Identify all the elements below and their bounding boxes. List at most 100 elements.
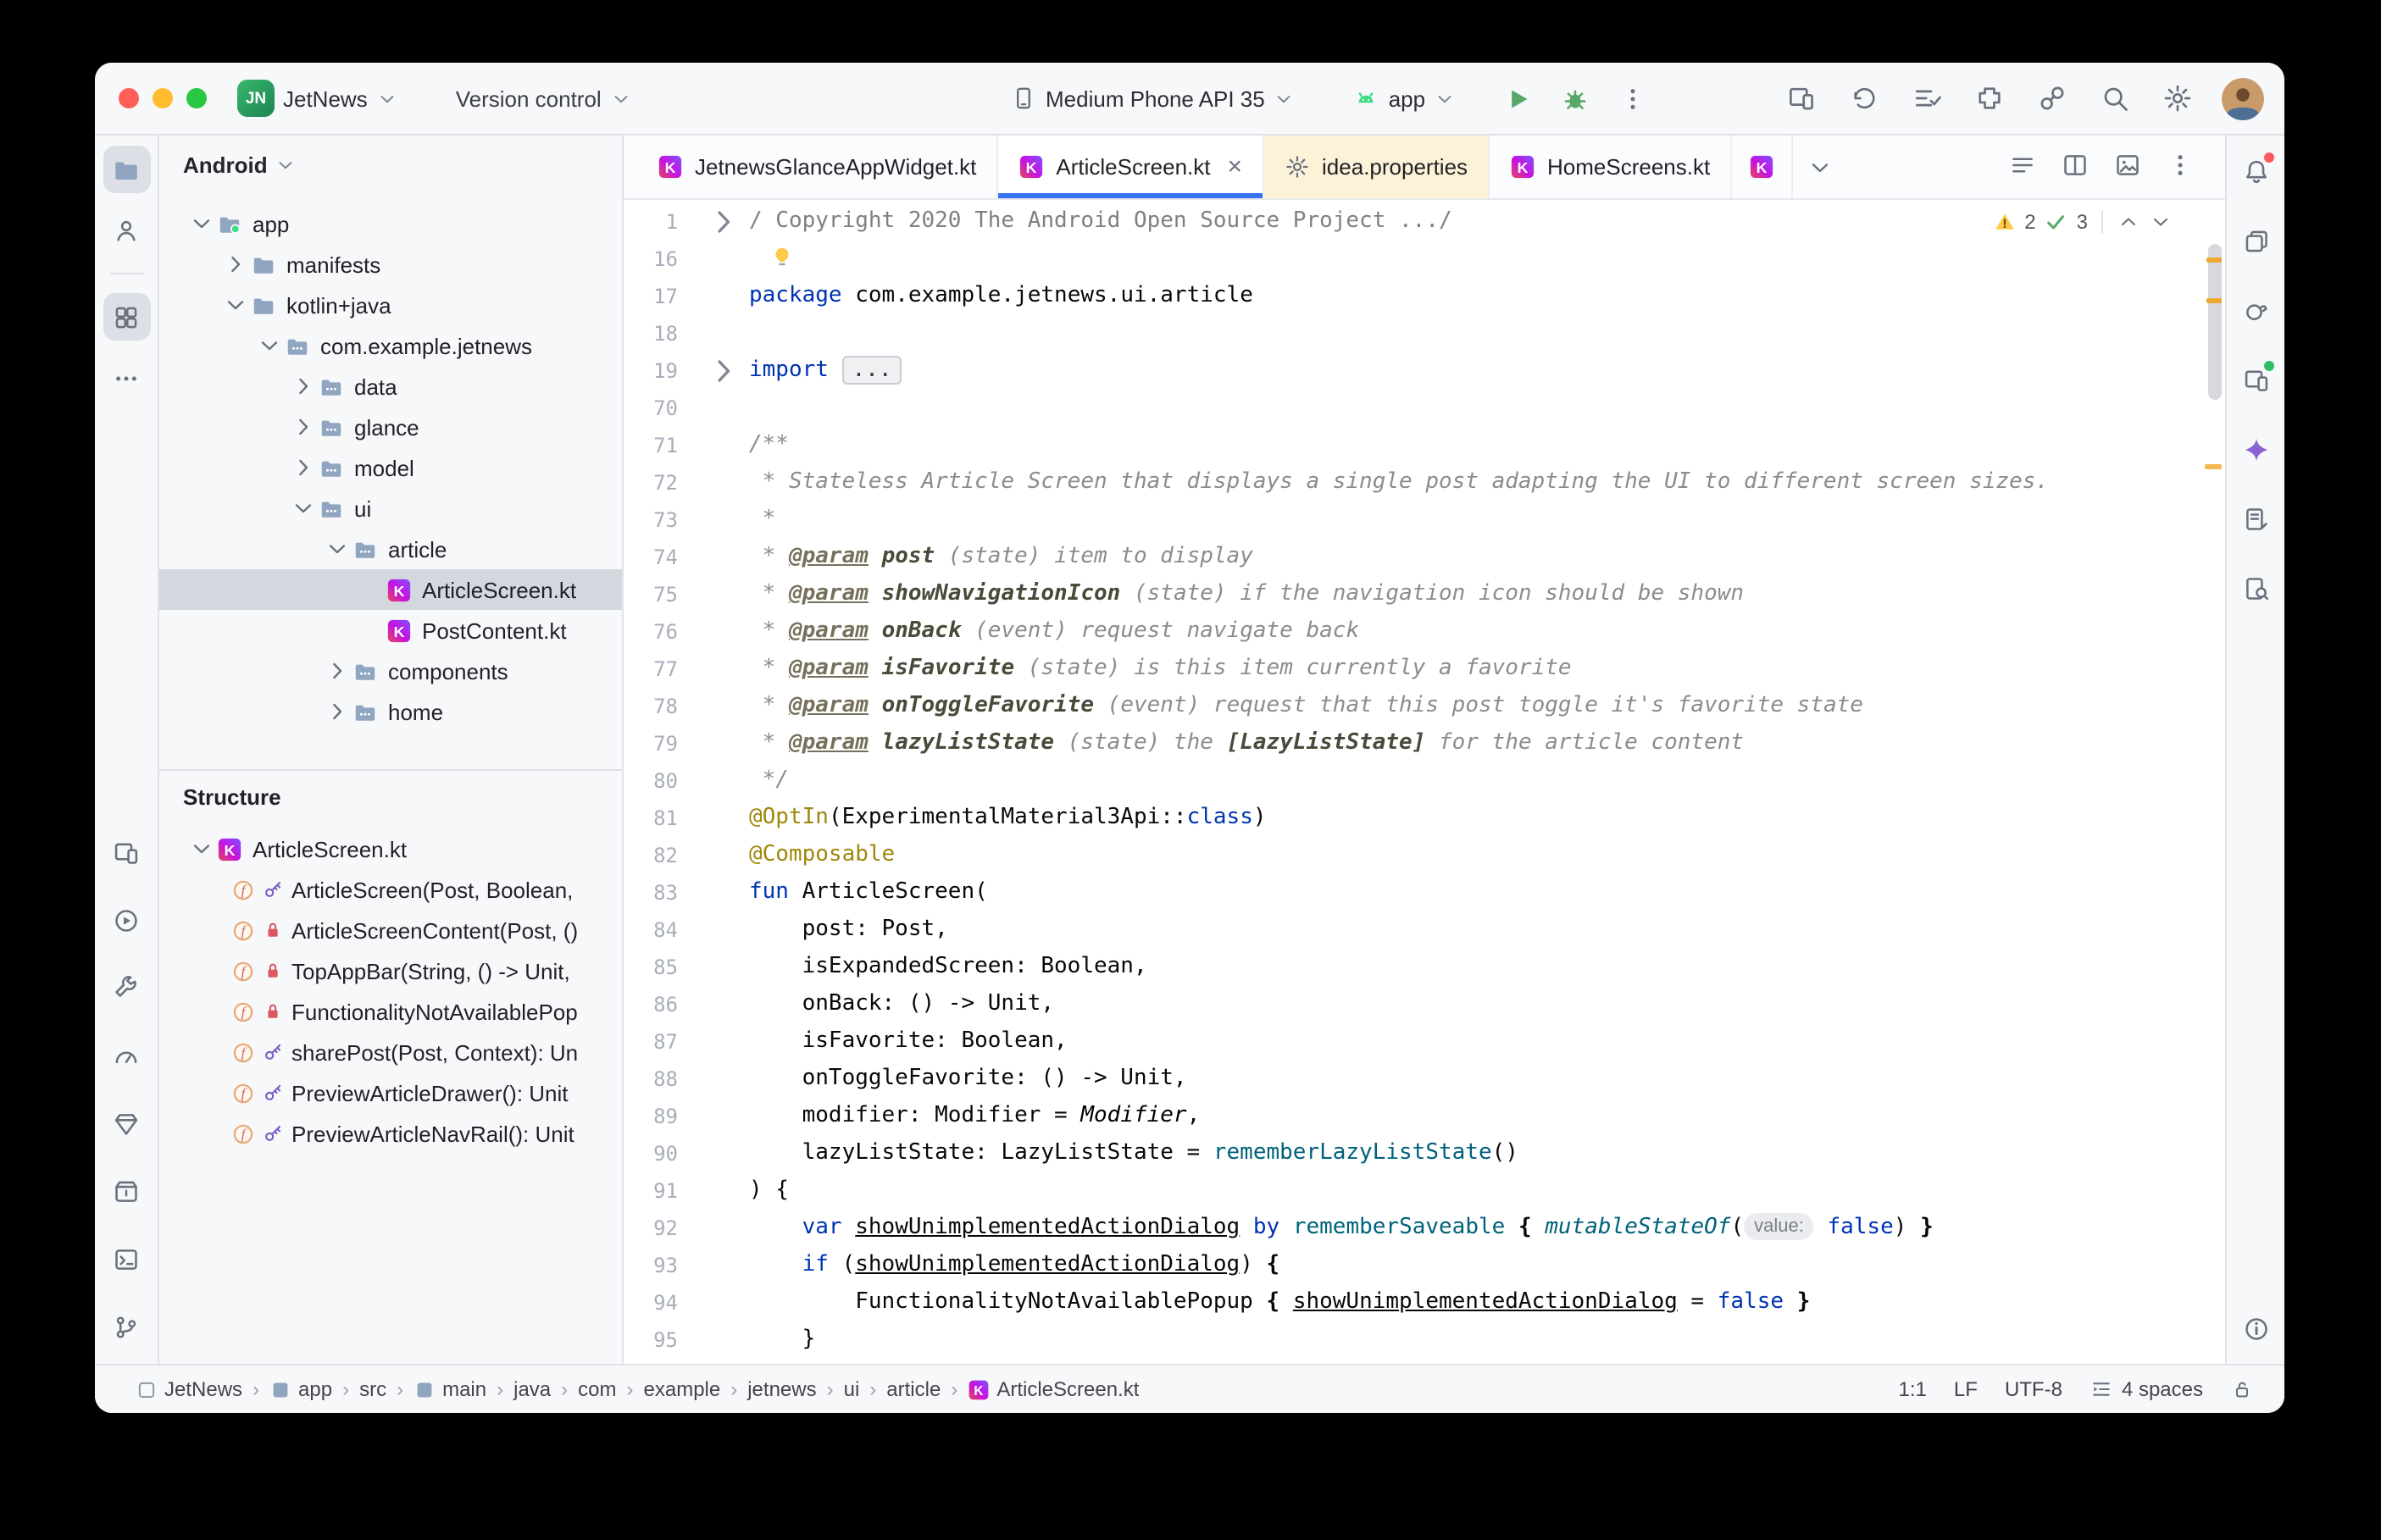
line-number[interactable]: 83 (624, 874, 698, 911)
line-number[interactable]: 78 (624, 688, 698, 725)
line-number[interactable]: 81 (624, 800, 698, 837)
line-number[interactable]: 77 (624, 651, 698, 688)
encoding-widget[interactable]: UTF-8 (2005, 1377, 2062, 1401)
next-problem-button[interactable] (2149, 210, 2173, 234)
chevron-right-icon[interactable] (322, 698, 352, 725)
chevron-right-icon[interactable] (322, 657, 352, 684)
tab-idea-properties[interactable]: idea.properties (1264, 136, 1490, 198)
structure-root-articlescreen-kt[interactable]: KArticleScreen.kt (159, 828, 622, 869)
more-tool-windows-button[interactable] (103, 354, 150, 402)
line-number[interactable]: 92 (624, 1210, 698, 1247)
structure-item-topappbar-string-unit[interactable]: fTopAppBar(String, () -> Unit, (159, 950, 622, 991)
intention-bulb-icon[interactable] (769, 244, 795, 269)
line-number[interactable]: 91 (624, 1172, 698, 1210)
tree-item-app[interactable]: app (159, 203, 622, 244)
line-number[interactable]: 82 (624, 837, 698, 874)
breadcrumb-com[interactable]: com (578, 1377, 616, 1401)
emulator-button[interactable] (2234, 357, 2278, 402)
chevron-down-icon[interactable] (288, 495, 319, 522)
project-menu[interactable]: JN JetNews (237, 80, 398, 117)
structure-view-button[interactable] (103, 293, 150, 341)
breadcrumb-ui[interactable]: ui (844, 1377, 860, 1401)
plugins-button[interactable] (1971, 80, 2008, 117)
terminal-button[interactable] (103, 1235, 150, 1282)
line-number[interactable]: 79 (624, 725, 698, 762)
chevron-right-icon[interactable] (288, 454, 319, 481)
problems-help-button[interactable] (2234, 1306, 2278, 1350)
breadcrumb-java[interactable]: java (513, 1377, 551, 1401)
vcs-menu[interactable]: Version control (456, 86, 632, 111)
build-view-button[interactable] (103, 964, 150, 1011)
notifications-button[interactable] (2234, 149, 2278, 193)
breadcrumb-jetnews[interactable]: JetNews (136, 1377, 242, 1401)
running-devices-button[interactable] (103, 828, 150, 876)
line-number[interactable]: 88 (624, 1061, 698, 1098)
line-number[interactable]: 95 (624, 1321, 698, 1359)
hidden-tabs-button[interactable] (1793, 136, 1847, 198)
code-with-me-button[interactable] (2034, 80, 2071, 117)
screenshot-tab-button[interactable] (2113, 150, 2142, 184)
line-number[interactable]: 70 (624, 390, 698, 427)
device-manager-button[interactable] (2234, 219, 2278, 263)
line-number[interactable]: 73 (624, 501, 698, 539)
chevron-right-icon[interactable] (288, 413, 319, 440)
line-number[interactable]: 71 (624, 427, 698, 464)
tab-homescreens-kt[interactable]: KHomeScreens.kt (1490, 136, 1732, 198)
structure-item-articlescreencontent-post[interactable]: fArticleScreenContent(Post, () (159, 910, 622, 950)
code-editor[interactable]: 1/ Copyright 2020 The Android Open Sourc… (624, 200, 2225, 1364)
breadcrumb-main[interactable]: main (413, 1377, 486, 1401)
line-number[interactable]: 85 (624, 949, 698, 986)
project-view-button[interactable] (103, 146, 150, 193)
breadcrumb-jetnews[interactable]: jetnews (747, 1377, 816, 1401)
app-quality-insights-button[interactable] (103, 1100, 150, 1147)
device-selector[interactable]: Medium Phone API 35 (1010, 85, 1296, 112)
device-mirroring-button[interactable] (1783, 80, 1820, 117)
tree-item-kotlin-java[interactable]: kotlin+java (159, 285, 622, 325)
editor-list-button[interactable] (2008, 150, 2037, 184)
line-number[interactable]: 72 (624, 464, 698, 501)
editor-options-button[interactable] (2166, 150, 2195, 184)
minimize-window-button[interactable] (153, 88, 173, 108)
lock-open-icon[interactable] (2230, 1377, 2254, 1401)
debug-button[interactable] (1561, 84, 1590, 113)
indent-widget[interactable]: 4 spaces (2090, 1377, 2203, 1401)
chevron-down-icon[interactable] (186, 835, 217, 862)
tree-item-article[interactable]: article (159, 529, 622, 569)
line-number[interactable]: 90 (624, 1135, 698, 1172)
split-editor-button[interactable] (2061, 150, 2090, 184)
zoom-window-button[interactable] (186, 88, 207, 108)
commit-view-button[interactable] (103, 207, 150, 254)
line-number[interactable]: 75 (624, 576, 698, 613)
line-number[interactable]: 74 (624, 539, 698, 576)
tree-item-postcontent-kt[interactable]: KPostContent.kt (159, 610, 622, 651)
version-control-view-button[interactable] (103, 1303, 150, 1350)
tree-item-components[interactable]: components (159, 651, 622, 691)
breadcrumb-article[interactable]: article (886, 1377, 941, 1401)
chevron-right-icon[interactable] (220, 251, 251, 278)
tree-item-com-example-jetnews[interactable]: com.example.jetnews (159, 325, 622, 366)
line-number[interactable]: 18 (624, 315, 698, 352)
gemini-button[interactable] (2234, 427, 2278, 471)
previous-problem-button[interactable] (2117, 210, 2140, 234)
line-number[interactable]: 19 (624, 352, 698, 390)
line-number[interactable]: 93 (624, 1247, 698, 1284)
breadcrumb-articlescreen-kt[interactable]: KArticleScreen.kt (968, 1377, 1139, 1401)
line-number[interactable]: 87 (624, 1023, 698, 1061)
chevron-down-icon[interactable] (254, 332, 285, 359)
tree-item-ui[interactable]: ui (159, 488, 622, 529)
fold-marker-icon[interactable] (698, 352, 749, 390)
tree-item-manifests[interactable]: manifests (159, 244, 622, 285)
fold-marker-icon[interactable] (698, 203, 749, 241)
chevron-down-icon[interactable] (322, 535, 352, 562)
device-explorer-button[interactable] (103, 1167, 150, 1215)
tab-articlescreen-kt[interactable]: KArticleScreen.kt× (998, 136, 1264, 198)
line-number[interactable]: 17 (624, 278, 698, 315)
tree-item-model[interactable]: model (159, 447, 622, 488)
task-list-button[interactable] (1908, 80, 1945, 117)
editor-scrollbar[interactable] (2208, 244, 2222, 400)
caret-position-widget[interactable]: 1:1 (1899, 1377, 1927, 1401)
search-everywhere-button[interactable] (2096, 80, 2134, 117)
warning-stripe-mark[interactable] (2205, 464, 2222, 469)
line-number[interactable]: 84 (624, 911, 698, 949)
line-number[interactable]: 86 (624, 986, 698, 1023)
